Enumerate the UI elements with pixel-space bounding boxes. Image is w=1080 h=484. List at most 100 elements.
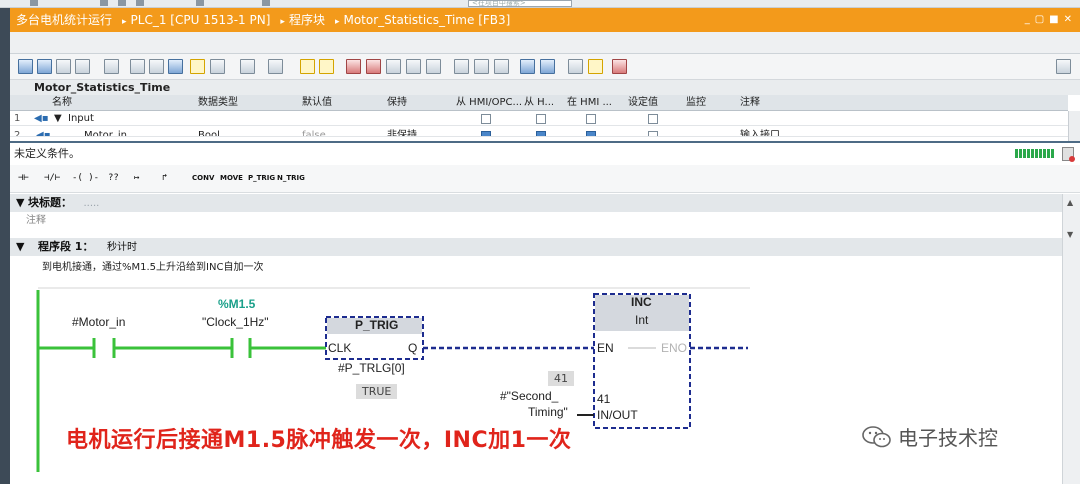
project-search-input[interactable]: <在项目中搜索> [468,0,572,7]
absolute-address-icon[interactable] [210,59,225,74]
operand-display-icon[interactable] [268,59,283,74]
network-title-row[interactable]: ▼ 程序段 1： 秒计时 [10,238,1062,256]
favorites-icon[interactable] [300,59,315,74]
monitor-on-icon[interactable] [520,59,535,74]
network-comment[interactable]: 到电机接通，通过%M1.5上升沿给到INC自加一次 [10,256,1062,280]
checkbox[interactable] [536,114,546,124]
editor-scrollbar[interactable]: ▲ ▼ [1062,194,1080,484]
row-type[interactable]: Bool [198,129,220,136]
collapse-arrow-icon[interactable]: ▼ [16,196,24,209]
compile-icon[interactable] [196,0,204,6]
col-type[interactable]: 数据类型 [198,95,238,111]
breadcrumb-program-blocks[interactable]: 程序块 [289,13,325,27]
breadcrumb-plc[interactable]: PLC_1 [CPU 1513-1 PN] [131,13,271,27]
close-button[interactable]: ✕ [1064,8,1072,32]
inc-variable-line2[interactable]: Timing" [528,405,568,419]
add-row-icon[interactable] [75,59,90,74]
row-name[interactable]: Motor_in [84,129,127,136]
monitor-glasses-icon[interactable] [588,59,603,74]
table-row[interactable]: 1 ◀▪ ▼ Input [10,112,1068,126]
block-title-placeholder[interactable]: ..... [83,198,99,209]
col-comment[interactable]: 注释 [740,95,760,111]
insert-network-icon[interactable] [18,59,33,74]
col-default[interactable]: 默认值 [302,95,332,111]
col-hmi-write[interactable]: 从 H... [524,95,554,111]
row-comment[interactable]: 输入接口 [740,129,780,136]
open-branch-icon[interactable]: ↦ [134,171,139,185]
col-hmi-opc[interactable]: 从 HMI/OPC... [456,95,522,111]
no-contact-icon[interactable]: ⊣⊢ [18,171,29,185]
block-title-row[interactable]: ▼ 块标题： ..... [10,194,1062,212]
checkbox[interactable] [586,131,596,136]
empty-box-icon[interactable]: ?? [108,171,119,185]
breadcrumb-block[interactable]: Motor_Statistics_Time [FB3] [343,13,510,27]
layout-icon[interactable] [1056,59,1071,74]
nc-contact-icon[interactable]: ⊣/⊢ [44,171,60,185]
diagnostics-icon[interactable] [1062,147,1075,162]
col-retain[interactable]: 保持 [387,95,407,111]
row-default[interactable]: false [302,129,326,136]
online-icon[interactable] [262,0,270,6]
expand-icon[interactable] [149,59,164,74]
next-error-icon[interactable] [366,59,381,74]
breakpoint-icon[interactable] [454,59,469,74]
col-hmi-visible[interactable]: 在 HMI ... [567,95,612,111]
cut-icon[interactable] [136,0,144,6]
p-trig-instance[interactable]: #P_TRLG[0] [338,361,405,375]
list-icon[interactable] [130,59,145,74]
minimize-button[interactable]: _ [1025,8,1030,32]
print-icon[interactable] [118,0,126,6]
col-setpoint[interactable]: 设定值 [628,95,658,111]
symbol-info-icon[interactable] [240,59,255,74]
delete-network-icon[interactable] [37,59,52,74]
checkbox[interactable] [481,131,491,136]
n-trig-instruction[interactable]: N_TRIG [277,171,305,185]
contact-motor-in-label[interactable]: #Motor_in [72,315,125,329]
row-name[interactable]: Input [68,112,94,126]
monitor-off-icon[interactable] [540,59,555,74]
row-retain[interactable]: 非保持 [387,129,417,136]
expand-arrow-icon[interactable]: ▼ [54,112,62,126]
collapse-icon[interactable] [168,59,183,74]
checkbox[interactable] [481,114,491,124]
block-comment[interactable]: 注释 [10,212,1062,238]
save-icon[interactable] [100,0,108,6]
step-icon[interactable] [474,59,489,74]
checkbox[interactable] [536,131,546,136]
go-to-error-icon[interactable] [346,59,361,74]
close-branch-icon[interactable]: ↱ [162,171,167,185]
undo-icon[interactable] [30,0,38,6]
insert-row-icon[interactable] [56,59,71,74]
notes-icon[interactable] [319,59,334,74]
inc-variable-line1[interactable]: #"Second_ [500,389,558,403]
move-instruction[interactable]: MOVE [220,171,243,185]
checkbox[interactable] [586,114,596,124]
network-title[interactable]: 秒计时 [107,242,137,253]
force-icon[interactable] [612,59,627,74]
call-structure-icon[interactable] [406,59,421,74]
restore-button[interactable]: ▢ [1035,8,1044,32]
comment-toggle-icon[interactable] [190,59,205,74]
contact-clock-label[interactable]: "Clock_1Hz" [202,315,269,329]
col-monitor[interactable]: 监控 [686,95,706,111]
inc-type[interactable]: Int [635,313,648,327]
modify-icon[interactable] [568,59,583,74]
maximize-button[interactable]: ■ [1049,8,1058,32]
scroll-up-icon[interactable]: ▲ [1067,198,1073,207]
collapse-arrow-icon[interactable]: ▼ [16,240,24,253]
breadcrumb-project[interactable]: 多台电机统计运行 [16,13,112,27]
jump-icon[interactable] [104,59,119,74]
compare-icon[interactable] [386,59,401,74]
p-trig-instruction[interactable]: P_TRIG [248,171,275,185]
checkbox[interactable] [648,114,658,124]
contact-clock-address[interactable]: %M1.5 [218,297,255,311]
col-name[interactable]: 名称 [52,95,72,111]
step-over-icon[interactable] [494,59,509,74]
cross-reference-icon[interactable] [426,59,441,74]
scroll-down-icon[interactable]: ▼ [1067,230,1073,239]
conv-instruction[interactable]: CONV [192,171,214,185]
interface-scrollbar[interactable] [1068,111,1080,141]
table-row[interactable]: 2 ◀▪ Motor_in Bool false 非保持 输入接口 [10,127,1068,137]
checkbox[interactable] [648,131,658,136]
coil-icon[interactable]: -( )- [72,171,99,185]
